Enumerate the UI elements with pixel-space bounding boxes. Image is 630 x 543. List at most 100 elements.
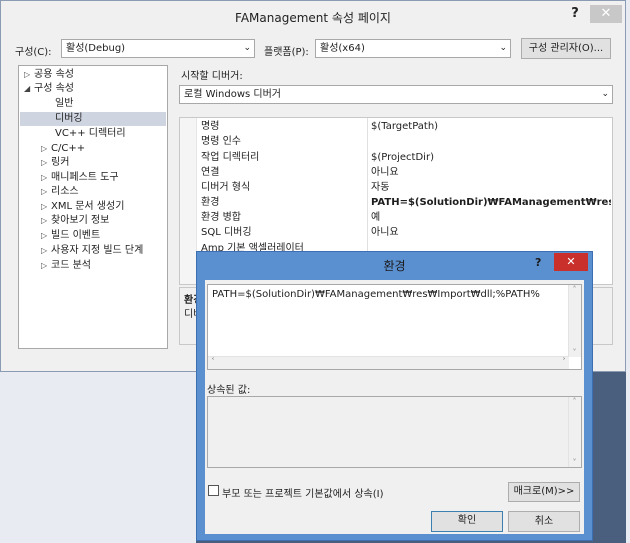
grid-row-name: 명령 인수 (201, 136, 241, 147)
grid-row-value: $(ProjectDir) (371, 152, 434, 163)
grid-row[interactable]: 작업 디렉터리 $(ProjectDir) (180, 150, 612, 165)
chevron-down-icon: ⌄ (243, 43, 251, 53)
grid-row[interactable]: 명령 $(TargetPath) (180, 119, 612, 134)
grid-row-name: 디버거 형식 (201, 182, 251, 193)
tree-item-config-properties[interactable]: ◢ 구성 속성 (24, 82, 74, 96)
grid-row-value: 아니요 (371, 227, 399, 238)
tree-item-resources[interactable]: ▷ 리소스 (41, 185, 79, 199)
platform-label: 플랫폼(P): (264, 47, 309, 58)
expand-arrow-icon: ▷ (41, 216, 48, 225)
debugger-select-value: 로컬 Windows 디버거 (184, 89, 281, 100)
environment-dialog: 환경 ? ✕ PATH=$(SolutionDir)₩FAManagement₩… (196, 251, 593, 541)
tree-item-label: 코드 분석 (51, 260, 91, 271)
config-manager-button[interactable]: 구성 관리자(O)... (521, 38, 611, 59)
tree-item-cpp[interactable]: ▷ C/C++ (41, 142, 85, 156)
grid-row[interactable]: 명령 인수 (180, 134, 612, 149)
tree-item-label: 디버깅 (55, 113, 83, 124)
grid-row-name: 환경 병합 (201, 212, 241, 223)
tree-item-common-properties[interactable]: ▷ 공용 속성 (24, 68, 74, 82)
debugger-select[interactable]: 로컬 Windows 디버거 ⌄ (179, 85, 613, 104)
expand-arrow-icon: ▷ (41, 187, 48, 196)
vertical-scrollbar[interactable]: ˄ ˅ (568, 397, 581, 467)
window-title: FAManagement 속성 페이지 (235, 11, 391, 25)
config-label: 구성(C): (15, 47, 52, 58)
expand-arrow-icon: ▷ (41, 246, 48, 255)
config-select[interactable]: 활성(Debug) ⌄ (61, 39, 255, 58)
scroll-down-icon[interactable]: ˅ (569, 458, 580, 467)
environment-edit-value: PATH=$(SolutionDir)₩FAManagement₩res₩Imp… (212, 289, 540, 300)
tree-item-label: 사용자 지정 빌드 단계 (51, 245, 144, 256)
tree-item-custom-build[interactable]: ▷ 사용자 지정 빌드 단계 (41, 244, 143, 258)
inherit-checkbox-label: 부모 또는 프로젝트 기본값에서 상속(I) (222, 489, 384, 500)
tree-item-browse-info[interactable]: ▷ 찾아보기 정보 (41, 214, 109, 228)
grid-row-environment[interactable]: 환경 PATH=$(SolutionDir)₩FAManagement₩res₩I… (180, 195, 612, 210)
tree-item-label: VC++ 디렉터리 (55, 128, 126, 139)
tree-item-label: 리소스 (51, 186, 79, 197)
grid-row-value: 자동 (371, 182, 390, 193)
dialog-title: 환경 (383, 259, 406, 273)
tree-item-label: 일반 (55, 98, 74, 109)
environment-edit[interactable]: PATH=$(SolutionDir)₩FAManagement₩res₩Imp… (207, 284, 582, 370)
tree-item-debugging[interactable]: 디버깅 (55, 112, 83, 126)
scroll-right-icon[interactable]: ˃ (562, 357, 566, 366)
grid-row-name: SQL 디버깅 (201, 227, 252, 238)
tree-item-label: 매니페스트 도구 (51, 172, 119, 183)
tree-item-manifest-tool[interactable]: ▷ 매니페스트 도구 (41, 171, 119, 185)
tree-item-label: 빌드 이벤트 (51, 230, 101, 241)
background-window-edge (626, 0, 630, 543)
tree-item-general[interactable]: 일반 (55, 97, 73, 111)
title-bar: FAManagement 속성 페이지 ? ✕ (1, 1, 625, 31)
tree-item-build-events[interactable]: ▷ 빌드 이벤트 (41, 229, 100, 243)
collapse-arrow-icon: ◢ (24, 84, 31, 93)
inherited-values-box: ˄ ˅ (207, 396, 582, 468)
tree-item-label: XML 문서 생성기 (51, 201, 125, 212)
scroll-up-icon[interactable]: ˄ (569, 397, 580, 406)
ok-button[interactable]: 확인 (431, 511, 503, 532)
platform-select-value: 활성(x64) (320, 43, 365, 54)
platform-select[interactable]: 활성(x64) ⌄ (315, 39, 511, 58)
dialog-help-button[interactable]: ? (535, 256, 549, 270)
dialog-body: PATH=$(SolutionDir)₩FAManagement₩res₩Imp… (205, 280, 584, 534)
tree-item-linker[interactable]: ▷ 링커 (41, 156, 69, 170)
horizontal-scrollbar[interactable]: ˂ ˃ (208, 356, 569, 369)
tree-item-label: 링커 (51, 157, 70, 168)
help-button[interactable]: ? (562, 5, 588, 23)
scroll-down-icon[interactable]: ˅ (569, 348, 580, 357)
grid-row[interactable]: 연결 아니요 (180, 165, 612, 180)
property-tree[interactable]: ▷ 공용 속성 ◢ 구성 속성 일반 디버깅 VC++ 디렉터리 ▷ C/C++ ▷ 링… (18, 65, 168, 349)
background-area (0, 372, 196, 543)
expand-arrow-icon: ▷ (41, 231, 48, 240)
tree-selection-highlight (20, 112, 166, 126)
tree-item-vc-directories[interactable]: VC++ 디렉터리 (55, 127, 126, 141)
config-select-value: 활성(Debug) (66, 43, 126, 54)
inherited-values-label: 상속된 값: (207, 385, 251, 396)
dialog-close-button[interactable]: ✕ (554, 253, 588, 271)
grid-row-name: 작업 디렉터리 (201, 152, 260, 163)
expand-arrow-icon: ▷ (41, 173, 48, 182)
chevron-down-icon: ⌄ (601, 89, 609, 99)
tree-item-xml-doc[interactable]: ▷ XML 문서 생성기 (41, 200, 124, 214)
cancel-button[interactable]: 취소 (508, 511, 580, 532)
expand-arrow-icon: ▷ (24, 70, 31, 79)
grid-row-name: 연결 (201, 167, 220, 178)
grid-row-value: 아니요 (371, 167, 399, 178)
scroll-up-icon[interactable]: ˄ (569, 285, 580, 294)
inherit-checkbox[interactable] (208, 485, 219, 496)
grid-row-value: 예 (371, 212, 381, 223)
grid-row[interactable]: 디버거 형식 자동 (180, 180, 612, 195)
macro-button[interactable]: 매크로(M)>> (508, 482, 580, 502)
chevron-down-icon: ⌄ (499, 43, 507, 53)
grid-row-value: $(TargetPath) (371, 121, 439, 132)
scroll-left-icon[interactable]: ˂ (211, 357, 215, 366)
tree-item-label: 구성 속성 (34, 83, 74, 94)
tree-item-label: C/C++ (51, 143, 86, 154)
grid-row[interactable]: SQL 디버깅 아니요 (180, 225, 612, 240)
tree-item-label: 공용 속성 (34, 69, 74, 80)
debugger-label: 시작할 디버거: (181, 71, 243, 82)
vertical-scrollbar[interactable]: ˄ ˅ (568, 285, 581, 357)
grid-row-name: 환경 (201, 197, 220, 208)
tree-item-code-analysis[interactable]: ▷ 코드 분석 (41, 259, 91, 273)
grid-row[interactable]: 환경 병합 예 (180, 210, 612, 225)
expand-arrow-icon: ▷ (41, 144, 48, 153)
close-button[interactable]: ✕ (590, 5, 622, 23)
